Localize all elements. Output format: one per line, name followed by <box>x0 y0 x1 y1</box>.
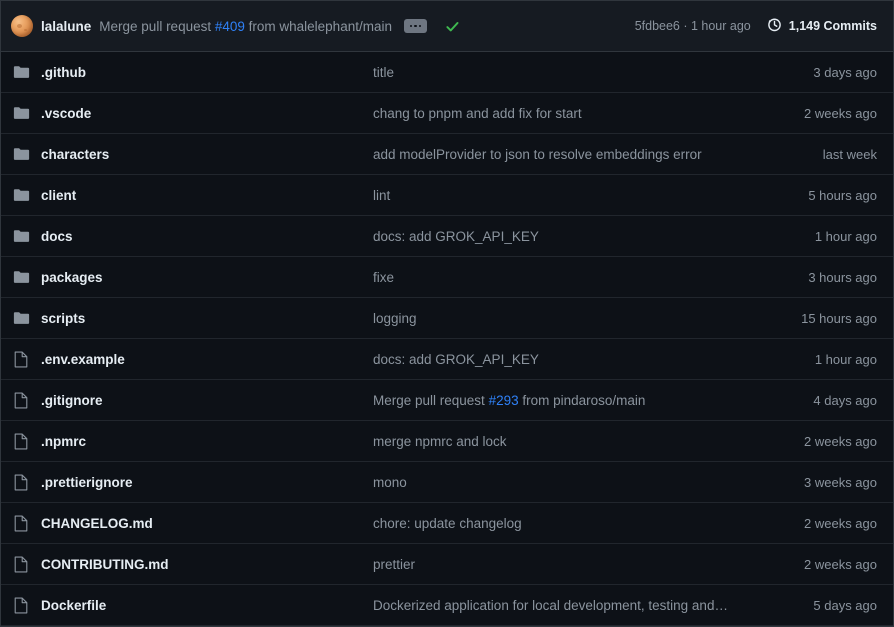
commit-message-link[interactable]: prettier <box>373 557 769 572</box>
file-row[interactable]: .github title 3 days ago <box>1 52 893 93</box>
file-row[interactable]: packages fixe 3 hours ago <box>1 257 893 298</box>
file-row[interactable]: .env.example docs: add GROK_API_KEY 1 hour… <box>1 339 893 380</box>
file-icon <box>13 515 41 532</box>
file-row[interactable]: .vscode chang to pnpm and add fix for sta… <box>1 93 893 134</box>
commit-meta-group: 5fdbee6 · 1 hour ago 1,149 Commits <box>635 17 877 35</box>
folder-icon <box>13 229 41 244</box>
folder-name-link[interactable]: docs <box>41 229 373 244</box>
latest-commit-bar: lalalune Merge pull request #409 from wh… <box>1 1 893 52</box>
folder-icon <box>13 147 41 162</box>
commit-time: 2 weeks ago <box>804 433 877 449</box>
file-name-link[interactable]: .env.example <box>41 352 373 367</box>
history-icon <box>767 17 782 35</box>
commit-message-link[interactable]: fixe <box>373 270 769 285</box>
commit-time: 2 weeks ago <box>804 105 877 121</box>
file-row[interactable]: characters add modelProvider to json to r… <box>1 134 893 175</box>
file-row[interactable]: .gitignore Merge pull request #293 from p… <box>1 380 893 421</box>
pull-request-link[interactable]: #409 <box>215 19 245 34</box>
pull-request-link[interactable]: #293 <box>489 393 519 408</box>
folder-name-link[interactable]: packages <box>41 270 373 285</box>
commit-time: last week <box>822 146 877 162</box>
repository-file-browser: lalalune Merge pull request #409 from wh… <box>0 0 894 627</box>
file-icon <box>13 556 41 573</box>
commit-message-link[interactable]: docs: add GROK_API_KEY <box>373 229 769 244</box>
folder-icon <box>13 188 41 203</box>
commit-message-link[interactable]: lint <box>373 188 769 203</box>
commit-message-link[interactable]: add modelProvider to json to resolve emb… <box>373 147 769 162</box>
commit-message-link[interactable]: merge npmrc and lock <box>373 434 769 449</box>
commit-message-link[interactable]: logging <box>373 311 769 326</box>
commit-message-link[interactable]: mono <box>373 475 769 490</box>
commits-count-label: 1,149 Commits <box>788 19 877 33</box>
file-name-link[interactable]: CHANGELOG.md <box>41 516 373 531</box>
dot <box>409 24 413 28</box>
file-icon <box>13 433 41 450</box>
file-row[interactable]: Dockerfile Dockerized application for loc… <box>1 585 893 626</box>
dot <box>418 24 422 28</box>
commit-time: 2 weeks ago <box>804 515 877 531</box>
file-name-link[interactable]: .gitignore <box>41 393 373 408</box>
commit-author-name[interactable]: lalalune <box>41 19 91 34</box>
commit-time: 1 hour ago <box>814 351 877 367</box>
folder-name-link[interactable]: characters <box>41 147 373 162</box>
commit-time: 5 hours ago <box>808 187 877 203</box>
commit-time: 3 days ago <box>813 64 877 80</box>
file-row[interactable]: CONTRIBUTING.md prettier 2 weeks ago <box>1 544 893 585</box>
file-icon <box>13 474 41 491</box>
expand-commit-message-button[interactable] <box>403 19 427 33</box>
check-icon[interactable] <box>445 19 460 34</box>
commit-message-prefix: Merge pull request <box>373 392 489 408</box>
author-avatar[interactable] <box>11 15 33 37</box>
commit-hash-and-time[interactable]: 5fdbee6 · 1 hour ago <box>635 19 751 33</box>
file-icon <box>13 392 41 409</box>
commit-time: 1 hour ago <box>814 228 877 244</box>
file-list: .github title 3 days ago .vscode chang to pn… <box>1 52 893 626</box>
commit-message-link[interactable]: Dockerized application for local develop… <box>373 598 769 613</box>
commit-time: 2 weeks ago <box>804 556 877 572</box>
file-row[interactable]: client lint 5 hours ago <box>1 175 893 216</box>
file-name-link[interactable]: Dockerfile <box>41 598 373 613</box>
file-name-link[interactable]: CONTRIBUTING.md <box>41 557 373 572</box>
commit-message-link[interactable]: chang to pnpm and add fix for start <box>373 106 769 121</box>
commit-message-suffix: from pindaroso/main <box>518 392 646 408</box>
file-row[interactable]: .npmrc merge npmrc and lock 2 weeks ago <box>1 421 893 462</box>
file-name-link[interactable]: .prettierignore <box>41 475 373 490</box>
commit-message-link[interactable]: chore: update changelog <box>373 516 769 531</box>
folder-name-link[interactable]: scripts <box>41 311 373 326</box>
latest-commit-info: lalalune Merge pull request #409 from wh… <box>11 15 621 37</box>
commits-count-link[interactable]: 1,149 Commits <box>767 17 877 35</box>
commit-time: 3 weeks ago <box>804 474 877 490</box>
commit-message-link[interactable]: title <box>373 65 769 80</box>
folder-name-link[interactable]: .vscode <box>41 106 373 121</box>
file-row[interactable]: CHANGELOG.md chore: update changelog 2 wee… <box>1 503 893 544</box>
commit-message[interactable]: Merge pull request #409 from whalelephan… <box>99 19 392 34</box>
file-icon <box>13 351 41 368</box>
folder-icon <box>13 311 41 326</box>
file-icon <box>13 597 41 614</box>
folder-icon <box>13 65 41 80</box>
commit-message-link[interactable]: docs: add GROK_API_KEY <box>373 352 769 367</box>
file-name-link[interactable]: .npmrc <box>41 434 373 449</box>
file-row[interactable]: .prettierignore mono 3 weeks ago <box>1 462 893 503</box>
folder-name-link[interactable]: client <box>41 188 373 203</box>
commit-time: 4 days ago <box>813 392 877 408</box>
commit-message-suffix: from whalelephant/main <box>244 18 392 34</box>
dot <box>414 24 417 28</box>
folder-name-link[interactable]: .github <box>41 65 373 80</box>
commit-time: 15 hours ago <box>801 310 877 326</box>
commit-message-prefix: Merge pull request <box>99 18 215 34</box>
commit-time: 3 hours ago <box>808 269 877 285</box>
commit-time: 5 days ago <box>813 597 877 613</box>
file-row[interactable]: docs docs: add GROK_API_KEY 1 hour ago <box>1 216 893 257</box>
folder-icon <box>13 106 41 121</box>
commit-message-link[interactable]: Merge pull request #293 from pindaroso/m… <box>373 393 769 408</box>
folder-icon <box>13 270 41 285</box>
file-row[interactable]: scripts logging 15 hours ago <box>1 298 893 339</box>
